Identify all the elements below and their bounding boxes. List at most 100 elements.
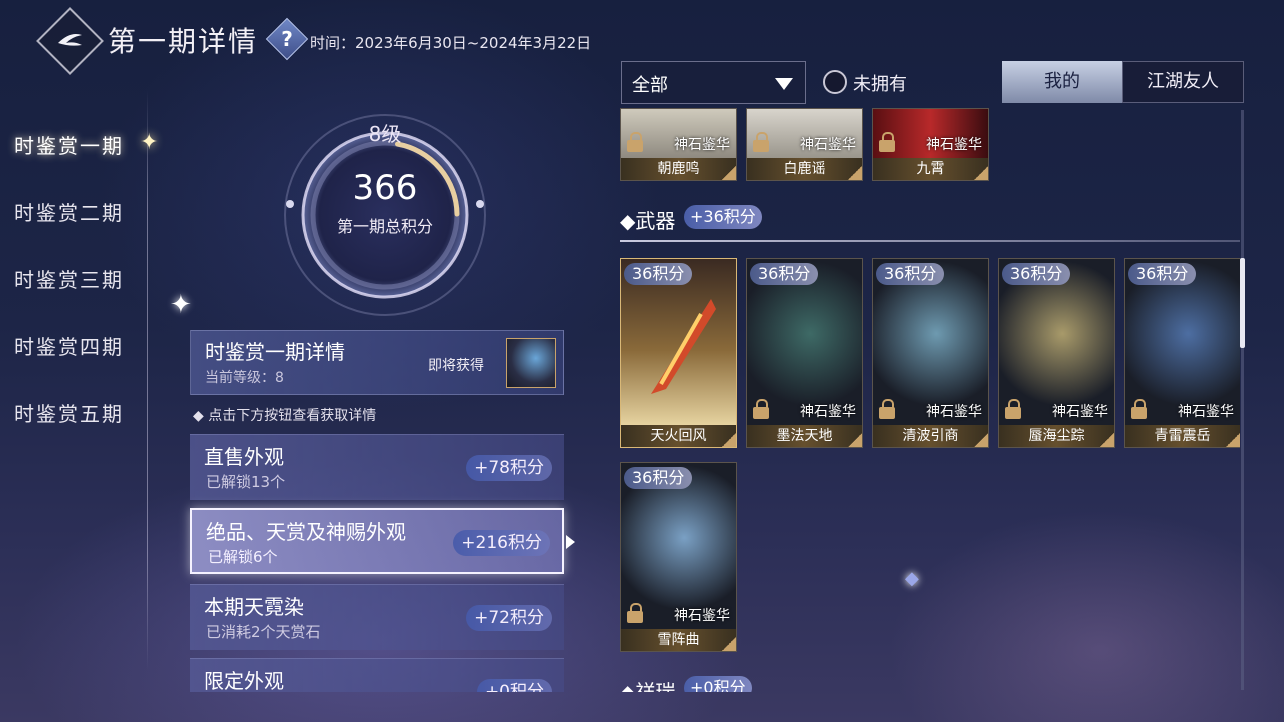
item-name: 墨法天地 — [747, 425, 862, 447]
lock-icon — [1005, 399, 1021, 419]
corner-icon — [722, 166, 736, 180]
scrollbar-thumb[interactable] — [1240, 258, 1245, 348]
item-points-badge: 36积分 — [750, 263, 819, 285]
upcoming-reward-thumbnail[interactable] — [506, 338, 556, 388]
item-source: 神石鉴华 — [674, 608, 730, 624]
tab-friends[interactable]: 江湖友人 — [1122, 61, 1244, 103]
item-source: 神石鉴华 — [1052, 404, 1108, 420]
weapon-item[interactable]: 36积分 天火回风 — [620, 258, 737, 448]
item-source: 神石鉴华 — [800, 404, 856, 420]
filter-dropdown[interactable]: 全部 — [621, 61, 806, 104]
weapon-art-icon — [651, 299, 716, 394]
item-name: 雪阵曲 — [621, 629, 736, 651]
lock-icon — [879, 132, 895, 152]
lock-icon — [627, 132, 643, 152]
auspicious-points-badge: +0积分 — [684, 676, 752, 692]
period-detail-title: 时鉴赏一期详情 — [205, 340, 345, 364]
corner-icon — [848, 433, 862, 447]
not-owned-radio[interactable] — [823, 70, 847, 94]
period-tabs: 时鉴赏一期 时鉴赏二期 时鉴赏三期 时鉴赏四期 时鉴赏五期 — [14, 126, 164, 461]
weapon-item[interactable]: 36积分 神石鉴华 清波引商 — [872, 258, 989, 448]
tab-period-2[interactable]: 时鉴赏二期 — [14, 193, 164, 260]
category-dye[interactable]: 本期天霓染 已消耗2个天赏石 +72积分 — [190, 584, 564, 650]
item-name: 蜃海尘踪 — [999, 425, 1114, 447]
item-name: 清波引商 — [873, 425, 988, 447]
weapon-item[interactable]: 36积分 神石鉴华 蜃海尘踪 — [998, 258, 1115, 448]
total-score-label: 第一期总积分 — [336, 217, 433, 236]
corner-icon — [848, 166, 862, 180]
corner-icon — [974, 166, 988, 180]
weapons-points-badge: +36积分 — [684, 205, 762, 229]
corner-icon — [1226, 433, 1240, 447]
help-icon[interactable]: ? — [272, 24, 302, 54]
weapons-title: 武器 — [635, 209, 676, 233]
item-name: 天火回风 — [621, 425, 736, 447]
category-title: 直售外观 — [204, 445, 284, 469]
category-points-badge: +216积分 — [453, 530, 550, 556]
appearance-list: 神石鉴华 朝鹿鸣 神石鉴华 白鹿谣 神石鉴华 九霄 ◆武器 +36积分 36积分… — [620, 108, 1240, 692]
corner-icon — [974, 433, 988, 447]
tab-period-5[interactable]: 时鉴赏五期 — [14, 394, 164, 461]
lock-icon — [879, 399, 895, 419]
category-title: 本期天霓染 — [204, 595, 304, 619]
weapon-item[interactable]: 36积分 神石鉴华 墨法天地 — [746, 258, 863, 448]
not-owned-label[interactable]: 未拥有 — [853, 70, 907, 96]
category-subtitle: 已解锁6个 — [208, 548, 278, 566]
tab-mine[interactable]: 我的 — [1002, 61, 1122, 103]
hint-text: ◆ 点击下方按钮查看获取详情 — [193, 408, 377, 424]
lock-icon — [627, 603, 643, 623]
weapons-section-title: ◆武器 — [620, 209, 676, 233]
category-limited[interactable]: 限定外观 +0积分 — [190, 658, 564, 692]
appearance-item[interactable]: 神石鉴华 朝鹿鸣 — [620, 108, 737, 181]
sparkle-icon: ◆ — [905, 568, 919, 589]
appearance-item[interactable]: 神石鉴华 白鹿谣 — [746, 108, 863, 181]
corner-icon — [722, 433, 736, 447]
appearance-item[interactable]: 神石鉴华 九霄 — [872, 108, 989, 181]
category-subtitle: 已消耗2个天赏石 — [206, 623, 321, 641]
corner-icon — [1100, 433, 1114, 447]
category-direct-sale[interactable]: 直售外观 已解锁13个 +78积分 — [190, 434, 564, 500]
item-source: 神石鉴华 — [800, 137, 856, 153]
item-source: 神石鉴华 — [926, 137, 982, 153]
upcoming-reward-label: 即将获得 — [428, 358, 484, 374]
filter-dropdown-value: 全部 — [632, 75, 668, 96]
auspicious-title: 祥瑞 — [635, 680, 676, 692]
back-arrow-icon — [58, 34, 82, 46]
level-label: 8级 — [368, 122, 402, 146]
chevron-down-icon — [775, 78, 793, 90]
total-score: 366 — [352, 168, 418, 208]
lock-icon — [753, 399, 769, 419]
item-name: 青雷震岳 — [1125, 425, 1240, 447]
item-points-badge: 36积分 — [624, 467, 693, 489]
corner-icon — [722, 637, 736, 651]
weapon-item[interactable]: 36积分 神石鉴华 雪阵曲 — [620, 462, 737, 652]
item-name: 九霄 — [873, 158, 988, 180]
category-title: 限定外观 — [204, 669, 284, 692]
scrollbar-track[interactable] — [1241, 110, 1244, 690]
category-points-badge: +78积分 — [466, 455, 552, 481]
period-time: 时间：2023年6月30日~2024年3月22日 — [310, 34, 592, 52]
category-premium[interactable]: 绝品、天赏及神赐外观 已解锁6个 +216积分 — [190, 508, 564, 574]
page-title: 第一期详情 — [108, 25, 259, 58]
item-points-badge: 36积分 — [624, 263, 693, 285]
category-subtitle: 已解锁13个 — [206, 473, 286, 491]
sparkle-icon: ✦ — [170, 290, 192, 320]
category-points-badge: +72积分 — [466, 605, 552, 631]
category-title: 绝品、天赏及神赐外观 — [206, 520, 406, 544]
selected-arrow-icon — [566, 535, 575, 549]
item-points-badge: 36积分 — [1128, 263, 1197, 285]
tab-period-3[interactable]: 时鉴赏三期 — [14, 260, 164, 327]
item-source: 神石鉴华 — [1178, 404, 1234, 420]
lock-icon — [753, 132, 769, 152]
tab-period-4[interactable]: 时鉴赏四期 — [14, 327, 164, 394]
section-divider — [620, 240, 1240, 242]
item-points-badge: 36积分 — [1002, 263, 1071, 285]
item-source: 神石鉴华 — [674, 137, 730, 153]
active-tab-sparkle-icon: ✦ — [140, 130, 159, 155]
item-source: 神石鉴华 — [926, 404, 982, 420]
current-level: 当前等级：8 — [205, 370, 284, 386]
item-name: 朝鹿鸣 — [621, 158, 736, 180]
weapon-item[interactable]: 36积分 神石鉴华 青雷震岳 — [1124, 258, 1240, 448]
item-name: 白鹿谣 — [747, 158, 862, 180]
category-points-badge: +0积分 — [476, 679, 552, 692]
